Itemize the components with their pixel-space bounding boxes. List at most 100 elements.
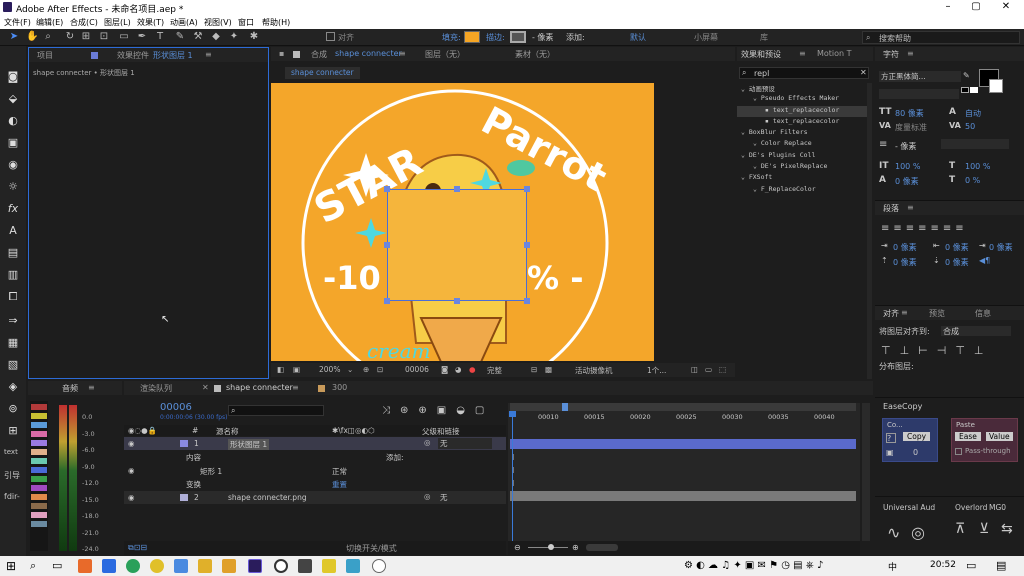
text-icon[interactable]: A — [4, 224, 22, 238]
region-icon[interactable]: ⊟ — [531, 365, 537, 374]
snapshot-icon[interactable]: ◙ — [441, 365, 448, 374]
easecopy-clipboard-icon[interactable]: ▣ — [886, 448, 894, 457]
layer-name[interactable]: 矩形 1 — [200, 466, 222, 477]
align-layer-buttons[interactable]: ⊤⊥⊢⊣⊤⊥ — [881, 344, 993, 357]
parent-pickwhip-icon[interactable]: ◎ — [424, 438, 431, 447]
taskbar-app-4[interactable] — [150, 559, 164, 573]
taskbar-app-9[interactable] — [274, 559, 288, 573]
roto-brush-tool-icon[interactable]: ✦ — [228, 31, 240, 43]
notifications-icon[interactable]: ▭ — [966, 559, 976, 572]
stroke-width-value[interactable]: - 像素 — [532, 32, 553, 43]
task-view-icon[interactable]: ▭ — [52, 559, 62, 572]
taskbar-app-12[interactable] — [346, 559, 360, 573]
tab-character[interactable]: 字符 — [883, 49, 899, 60]
light-icon[interactable]: ☼ — [4, 180, 22, 194]
parent-select[interactable]: 无 — [438, 438, 492, 449]
overlord-swap-icon[interactable]: ⇆ — [1001, 521, 1013, 537]
clone-stamp-tool-icon[interactable]: ⚒ — [192, 31, 204, 43]
pan-behind-tool-icon[interactable]: ⊡ — [98, 31, 110, 43]
stack-icon[interactable]: ▤ — [4, 246, 22, 260]
taskbar-app-7[interactable] — [222, 559, 236, 573]
taskbar-search-icon[interactable]: ⌕ — [30, 559, 36, 573]
layers-stack-icon[interactable]: ◈ — [4, 380, 22, 394]
workspace-small[interactable]: 小屏幕 — [694, 32, 718, 43]
handle-bottom-right[interactable] — [524, 298, 530, 304]
zoom-chevron-icon[interactable]: ⌄ — [347, 365, 353, 374]
work-area-bar[interactable] — [510, 403, 856, 411]
menu-help[interactable]: 帮助(H) — [262, 17, 290, 28]
add-label[interactable]: 添加: — [566, 32, 585, 43]
align-menu-icon[interactable]: ≡ — [901, 308, 908, 317]
workspace-libraries[interactable]: 库 — [760, 32, 768, 43]
space-after-value[interactable]: 0 像素 — [945, 257, 969, 268]
taskbar-app-1[interactable] — [78, 559, 92, 573]
overlord-pull-icon[interactable]: ⊻ — [979, 521, 989, 537]
fast-preview-icon[interactable]: ◫ — [691, 365, 698, 374]
effects-tree-item[interactable]: ⌄ Pseudo Effects Maker — [737, 94, 871, 105]
effects-tree-item[interactable]: ▪ text_replacecolor — [737, 117, 871, 128]
panel-menu-icon[interactable]: ≡ — [205, 50, 212, 59]
views-select[interactable]: 1个... — [647, 365, 666, 376]
stroke-color-swatch[interactable] — [510, 31, 526, 43]
tab-effects-presets[interactable]: 效果和预设 — [741, 49, 781, 60]
easecopy-question-icon[interactable]: ? — [886, 433, 896, 443]
menu-view[interactable]: 视图(V) — [204, 17, 232, 28]
timeline-vscrollbar[interactable] — [862, 403, 870, 541]
tab-motion[interactable]: Motion T — [817, 49, 852, 58]
type-tool-icon[interactable]: T — [154, 31, 166, 43]
zoom-tool-icon[interactable]: ⌕ — [42, 31, 54, 43]
timeline-hscroll[interactable] — [586, 544, 618, 551]
horizontal-scale-value[interactable]: 100 % — [965, 162, 990, 171]
help-search-box[interactable]: ⌕ 搜索帮助 — [862, 31, 1020, 44]
crop-icon[interactable]: ⧠ — [4, 290, 22, 304]
menu-animation[interactable]: 动画(A) — [170, 17, 198, 28]
layer-row[interactable]: 内容 添加: — [124, 450, 506, 463]
arrow-box-icon[interactable]: ⇒ — [4, 314, 22, 328]
snap-checkbox[interactable] — [326, 32, 335, 41]
timeline-search[interactable]: ⌕ — [228, 405, 324, 416]
taskbar-after-effects[interactable] — [248, 559, 262, 573]
tsume-value[interactable]: 0 % — [965, 176, 980, 185]
parent-select[interactable]: 无 — [438, 491, 492, 503]
zoom-select[interactable]: 200% — [319, 365, 340, 374]
channel-icon[interactable]: ● — [469, 365, 476, 374]
tag-icon[interactable]: ⬙ — [4, 92, 22, 106]
indent-left-value[interactable]: 0 像素 — [893, 242, 917, 253]
tab-comp-name[interactable]: shape connecter — [335, 49, 402, 58]
comp-subtab[interactable]: shape connecter — [285, 67, 360, 79]
space-before-value[interactable]: 0 像素 — [893, 257, 917, 268]
close-icon[interactable]: ✕ — [1000, 1, 1012, 13]
tab-timeline-comp[interactable]: shape connecter — [226, 383, 293, 392]
timeline-menu-icon[interactable]: ≡ — [292, 383, 299, 392]
rotate-tool-icon[interactable]: ↻ — [64, 31, 76, 43]
effects-tree-item[interactable]: ⌄ DE's Plugins Coll — [737, 151, 871, 162]
tab-effect-controls-layer[interactable]: 形状图层 1 — [153, 50, 193, 61]
leading-value[interactable]: 自动 — [965, 108, 981, 119]
taskbar-app-10[interactable] — [298, 559, 312, 573]
timeline-switches-icons[interactable]: ⤨⊛⊕▣◒▢ — [382, 405, 494, 416]
effects-menu-icon[interactable]: ≡ — [799, 49, 806, 58]
menu-edit[interactable]: 编辑(E) — [36, 17, 63, 28]
tab-close-icon[interactable]: ✕ — [202, 383, 209, 392]
tray-icons[interactable]: ⚙ ◐ ☁ ♫ ✦ ▣ ✉ ⚑ ◷ ▤ ⎈ ♪ — [684, 560, 823, 571]
zoom-slider-knob[interactable] — [548, 544, 554, 550]
tab-audio[interactable]: 音频 — [62, 383, 78, 394]
effects-clear-icon[interactable]: ✕ — [860, 68, 867, 77]
font-style-select[interactable] — [879, 89, 959, 99]
layer-label-color[interactable] — [180, 493, 188, 501]
comp-grid-icon[interactable]: ▣ — [293, 365, 300, 374]
align-buttons[interactable]: ≡≡≡≡≡≡≡ — [881, 223, 968, 234]
zoom-out-icon[interactable]: ⊖ — [514, 543, 521, 552]
comp-lock-icon[interactable]: ▪ — [279, 49, 284, 58]
puppet-tool-icon[interactable]: ✱ — [248, 31, 260, 43]
baseline-value[interactable]: 0 像素 — [895, 176, 919, 187]
tab-align[interactable]: 对齐 — [883, 308, 899, 319]
taskbar-app-13[interactable] — [372, 559, 386, 573]
tab-layer[interactable]: 图层（无） — [425, 49, 465, 60]
stroke-color-white[interactable] — [989, 79, 1003, 93]
stroke-style-select[interactable] — [941, 139, 1009, 149]
always-preview-icon[interactable]: ◧ — [277, 365, 284, 374]
effects-tree-item[interactable]: ⌄ F_ReplaceColor — [737, 185, 871, 196]
audio-wave-icon[interactable]: ∿ — [887, 523, 900, 542]
taskbar-chrome[interactable] — [126, 559, 140, 573]
